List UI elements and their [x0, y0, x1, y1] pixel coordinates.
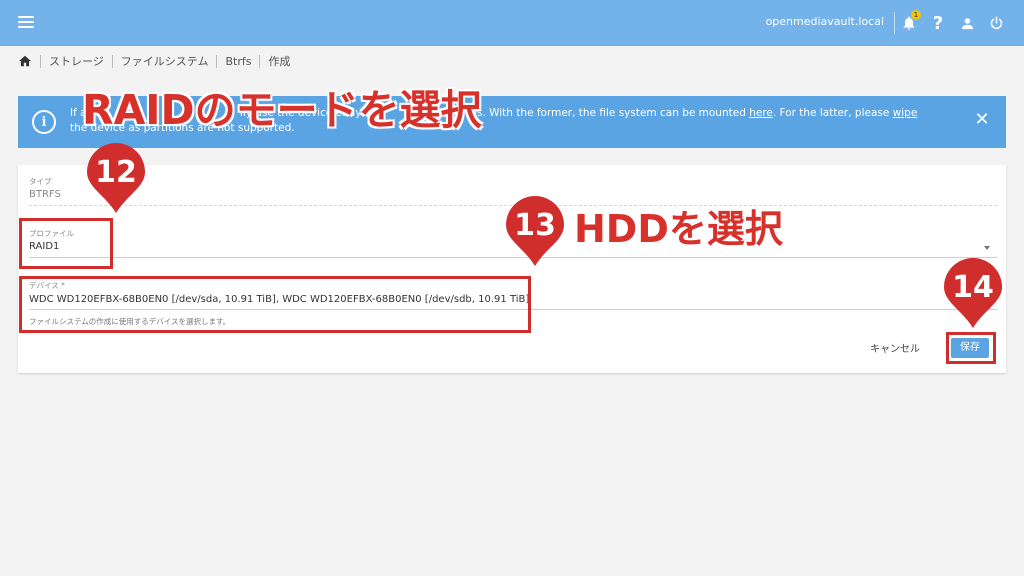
wipe-link[interactable]: wipe — [893, 107, 918, 119]
power-icon[interactable] — [985, 12, 1007, 34]
raid-mode-annotation: RAIDのモードを選択 — [82, 86, 482, 134]
chevron-down-icon[interactable] — [984, 246, 990, 250]
user-icon[interactable] — [956, 12, 978, 34]
step-marker-12: 12 — [85, 143, 147, 215]
cancel-button[interactable]: キャンセル — [870, 340, 920, 355]
save-highlight-box — [946, 332, 996, 364]
type-label: タイプ — [29, 177, 52, 186]
type-value: BTRFS — [29, 189, 61, 200]
profile-highlight-box — [19, 218, 113, 269]
breadcrumb-separator — [216, 54, 218, 68]
notification-badge: 1 — [911, 10, 921, 20]
bell-icon[interactable]: 1 — [898, 10, 921, 34]
top-bar: openmediavault.local 1 ? — [0, 0, 1024, 46]
topbar-divider — [894, 12, 895, 34]
breadcrumb-separator — [40, 54, 41, 68]
hostname: openmediavault.local — [765, 15, 884, 28]
hdd-annotation: HDDを選択 — [574, 207, 783, 251]
home-icon[interactable] — [18, 54, 32, 68]
menu-icon[interactable] — [18, 16, 34, 30]
breadcrumb: ストレージ ファイルシステム Btrfs 作成 — [18, 52, 290, 70]
devices-highlight-box — [19, 276, 531, 333]
breadcrumb-create: 作成 — [268, 55, 291, 68]
breadcrumb-btrfs[interactable]: Btrfs — [225, 55, 251, 68]
info-icon: i — [32, 110, 56, 134]
breadcrumb-separator — [259, 54, 261, 68]
breadcrumb-filesystems[interactable]: ファイルシステム — [121, 53, 209, 69]
breadcrumb-storage[interactable]: ストレージ — [49, 53, 104, 69]
here-link[interactable]: here — [749, 107, 773, 119]
step-marker-13: 13 — [504, 196, 566, 268]
help-icon[interactable]: ? — [927, 12, 949, 34]
step-marker-14: 14 — [942, 258, 1004, 330]
close-icon[interactable]: ✕ — [972, 110, 992, 130]
breadcrumb-separator — [111, 54, 113, 68]
